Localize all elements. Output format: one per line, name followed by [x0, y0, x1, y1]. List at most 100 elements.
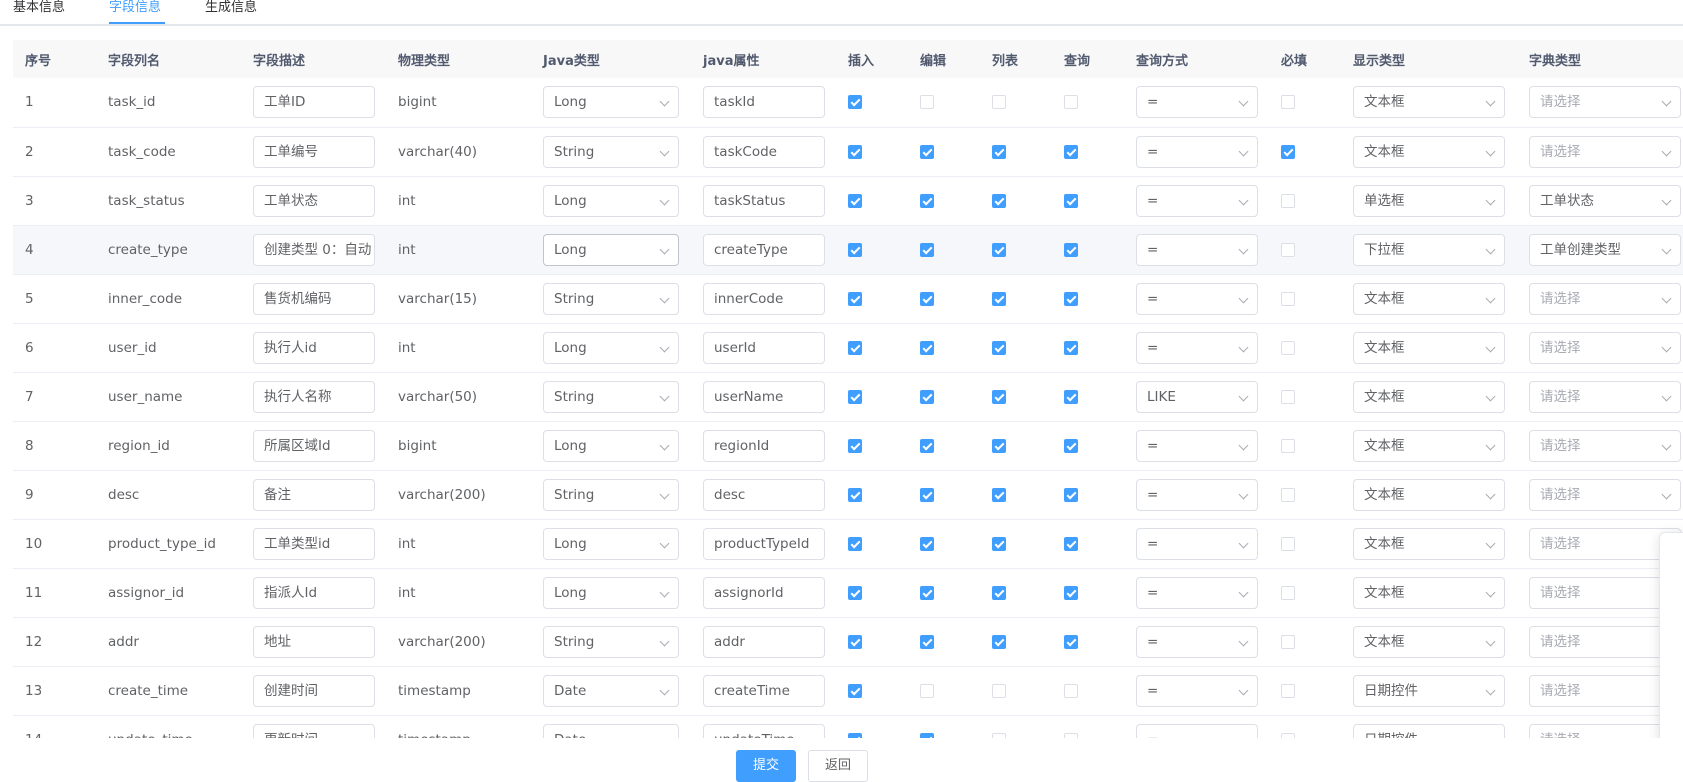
dict-type-select[interactable]: 请选择 — [1529, 478, 1681, 511]
field-description-input[interactable]: 创建时间 — [253, 674, 375, 707]
checkbox[interactable] — [1281, 144, 1295, 159]
query-type-select[interactable]: = — [1136, 184, 1258, 217]
field-description-input[interactable]: 工单类型id — [253, 527, 375, 560]
query-type-select[interactable]: = — [1136, 625, 1258, 658]
query-type-select[interactable]: = — [1136, 86, 1258, 119]
checkbox[interactable] — [1064, 683, 1078, 698]
dict-type-select[interactable]: 工单状态 — [1529, 184, 1681, 217]
checkbox[interactable] — [920, 389, 934, 404]
checkbox[interactable] — [920, 144, 934, 159]
checkbox[interactable] — [1281, 536, 1295, 551]
checkbox[interactable] — [848, 340, 862, 355]
checkbox[interactable] — [992, 634, 1006, 649]
field-description-input[interactable]: 工单编号 — [253, 135, 375, 168]
checkbox[interactable] — [1281, 95, 1295, 110]
dict-type-select[interactable]: 请选择 — [1529, 331, 1681, 364]
java-property-input[interactable]: taskId — [703, 86, 825, 119]
java-property-input[interactable]: desc — [703, 478, 825, 511]
checkbox[interactable] — [1064, 340, 1078, 355]
java-type-select[interactable]: String — [543, 478, 679, 511]
java-property-input[interactable]: assignorId — [703, 576, 825, 609]
display-type-select[interactable]: 文本框 — [1353, 576, 1505, 609]
checkbox[interactable] — [1281, 193, 1295, 208]
checkbox[interactable] — [992, 585, 1006, 600]
display-type-select[interactable]: 文本框 — [1353, 527, 1505, 560]
checkbox[interactable] — [920, 536, 934, 551]
tab-generate-info[interactable]: 生成信息 — [205, 0, 257, 16]
display-type-select[interactable]: 文本框 — [1353, 429, 1505, 462]
display-type-select[interactable]: 文本框 — [1353, 625, 1505, 658]
java-property-input[interactable]: taskStatus — [703, 184, 825, 217]
checkbox[interactable] — [992, 683, 1006, 698]
display-type-select[interactable]: 下拉框 — [1353, 233, 1505, 266]
field-description-input[interactable]: 售货机编码 — [253, 282, 375, 315]
display-type-select[interactable]: 文本框 — [1353, 380, 1505, 413]
query-type-select[interactable]: = — [1136, 429, 1258, 462]
checkbox[interactable] — [1064, 389, 1078, 404]
display-type-select[interactable]: 单选框 — [1353, 184, 1505, 217]
checkbox[interactable] — [992, 144, 1006, 159]
checkbox[interactable] — [920, 438, 934, 453]
checkbox[interactable] — [992, 389, 1006, 404]
query-type-select[interactable]: = — [1136, 331, 1258, 364]
checkbox[interactable] — [992, 536, 1006, 551]
java-type-select[interactable]: Long — [543, 576, 679, 609]
java-property-input[interactable]: userName — [703, 380, 825, 413]
java-type-select[interactable]: Long — [543, 429, 679, 462]
checkbox[interactable] — [1281, 340, 1295, 355]
checkbox[interactable] — [1281, 438, 1295, 453]
java-type-select[interactable]: Long — [543, 331, 679, 364]
checkbox[interactable] — [992, 487, 1006, 502]
query-type-select[interactable]: = — [1136, 527, 1258, 560]
checkbox[interactable] — [848, 487, 862, 502]
java-type-select[interactable]: Date — [543, 723, 679, 738]
java-property-input[interactable]: updateTime — [703, 723, 825, 738]
java-property-input[interactable]: userId — [703, 331, 825, 364]
field-description-input[interactable]: 指派人Id — [253, 576, 375, 609]
java-type-select[interactable]: Long — [543, 86, 679, 119]
checkbox[interactable] — [992, 438, 1006, 453]
checkbox[interactable] — [1064, 487, 1078, 502]
checkbox[interactable] — [1064, 438, 1078, 453]
java-property-input[interactable]: createType — [703, 233, 825, 266]
checkbox[interactable] — [920, 242, 934, 257]
checkbox[interactable] — [848, 683, 862, 698]
field-description-input[interactable]: 工单ID — [253, 86, 375, 119]
submit-button[interactable]: 提交 — [736, 750, 796, 782]
checkbox[interactable] — [992, 95, 1006, 110]
checkbox[interactable] — [1281, 242, 1295, 257]
checkbox[interactable] — [848, 536, 862, 551]
field-description-input[interactable]: 所属区域Id — [253, 429, 375, 462]
checkbox[interactable] — [848, 242, 862, 257]
checkbox[interactable] — [1064, 144, 1078, 159]
display-type-select[interactable]: 文本框 — [1353, 282, 1505, 315]
query-type-select[interactable]: = — [1136, 674, 1258, 707]
display-type-select[interactable]: 文本框 — [1353, 135, 1505, 168]
java-type-select[interactable]: String — [543, 380, 679, 413]
checkbox[interactable] — [1064, 585, 1078, 600]
back-button[interactable]: 返回 — [808, 750, 868, 782]
checkbox[interactable] — [1281, 291, 1295, 306]
checkbox[interactable] — [1064, 634, 1078, 649]
query-type-select[interactable]: = — [1136, 282, 1258, 315]
checkbox[interactable] — [920, 95, 934, 110]
checkbox[interactable] — [1064, 536, 1078, 551]
dict-type-select[interactable]: 请选择 — [1529, 429, 1681, 462]
field-description-input[interactable]: 工单状态 — [253, 184, 375, 217]
checkbox[interactable] — [1064, 242, 1078, 257]
checkbox[interactable] — [848, 634, 862, 649]
display-type-select[interactable]: 日期控件 — [1353, 723, 1505, 738]
tab-basic-info[interactable]: 基本信息 — [13, 0, 65, 16]
java-property-input[interactable]: taskCode — [703, 135, 825, 168]
checkbox[interactable] — [992, 193, 1006, 208]
dict-type-select[interactable]: 请选择 — [1529, 282, 1681, 315]
field-description-input[interactable]: 备注 — [253, 478, 375, 511]
field-description-input[interactable]: 执行人id — [253, 331, 375, 364]
checkbox[interactable] — [920, 487, 934, 502]
java-property-input[interactable]: productTypeId — [703, 527, 825, 560]
field-description-input[interactable]: 创建类型 0：自动 — [253, 233, 375, 266]
field-description-input[interactable]: 更新时间 — [253, 723, 375, 738]
field-description-input[interactable]: 执行人名称 — [253, 380, 375, 413]
dict-type-select[interactable]: 请选择 — [1529, 86, 1681, 119]
checkbox[interactable] — [920, 193, 934, 208]
